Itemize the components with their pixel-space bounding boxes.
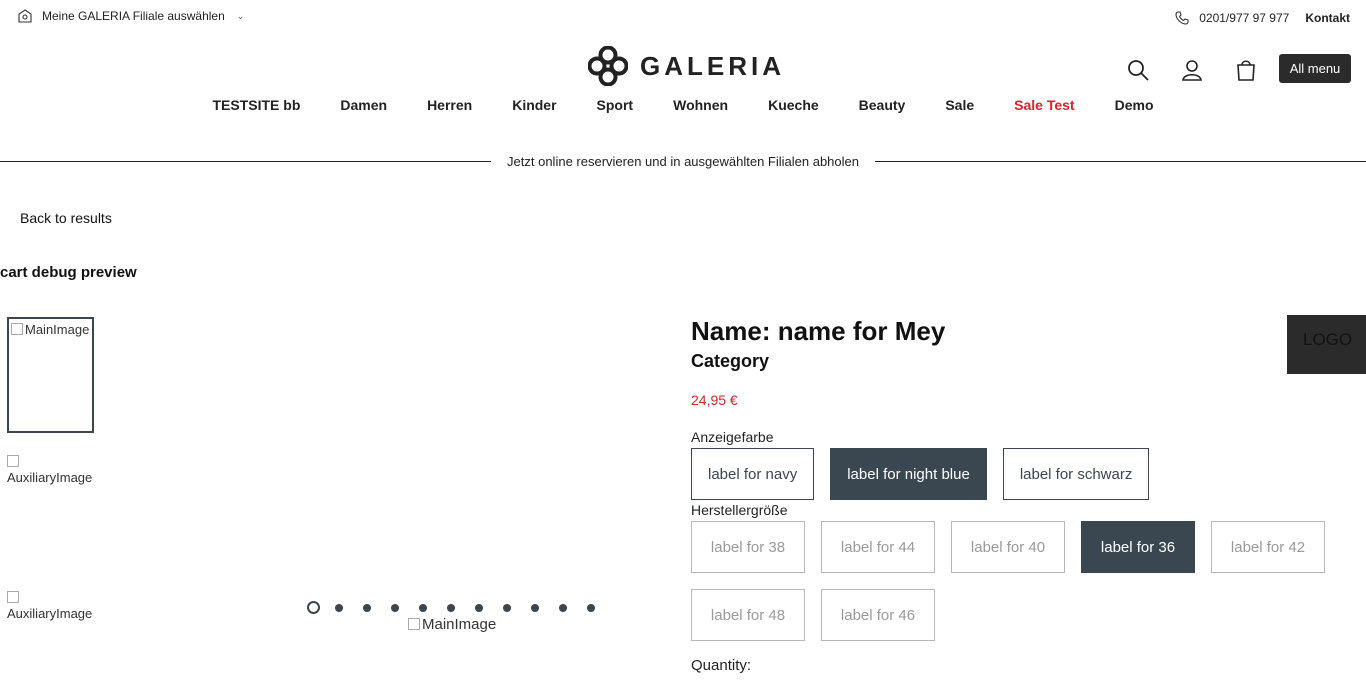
promo-divider-left bbox=[0, 160, 492, 162]
all-menu-button[interactable]: All menu bbox=[1279, 54, 1351, 83]
main-nav: TESTSITE bb Damen Herren Kinder Sport Wo… bbox=[0, 97, 1366, 113]
nav-item-sale[interactable]: Sale bbox=[945, 97, 974, 113]
size-option[interactable]: label for 44 bbox=[821, 521, 935, 573]
promo-banner: Jetzt online reservieren und in ausgewäh… bbox=[0, 152, 1366, 170]
nav-item-sport[interactable]: Sport bbox=[597, 97, 634, 113]
pagination-dot[interactable] bbox=[335, 603, 343, 612]
main-image-alt: MainImage bbox=[422, 616, 497, 633]
shopping-bag-icon[interactable] bbox=[1234, 58, 1258, 82]
promo-text: Jetzt online reservieren und in ausgewäh… bbox=[507, 153, 859, 169]
color-option[interactable]: label for schwarz bbox=[1002, 448, 1150, 500]
main-image: MainImage bbox=[408, 616, 496, 633]
phone-number[interactable]: 0201/977 97 977 bbox=[1199, 11, 1289, 25]
size-option[interactable]: label for 38 bbox=[691, 521, 805, 573]
size-option[interactable]: label for 48 bbox=[691, 589, 805, 641]
top-bar: Meine GALERIA Filiale auswählen ⌄ 0201/9… bbox=[0, 0, 1366, 36]
pagination-dot[interactable] bbox=[587, 603, 595, 612]
nav-item-herren[interactable]: Herren bbox=[427, 97, 472, 113]
nav-item-wohnen[interactable]: Wohnen bbox=[673, 97, 728, 113]
store-location-icon bbox=[18, 9, 32, 23]
color-option[interactable]: label for navy bbox=[691, 448, 815, 500]
pagination-dot[interactable] bbox=[559, 603, 567, 612]
pagination-dot[interactable] bbox=[475, 603, 483, 612]
logo-wordmark: GALERIA bbox=[640, 50, 785, 81]
broken-image-icon bbox=[11, 323, 23, 335]
back-to-results-link[interactable]: Back to results bbox=[20, 210, 112, 226]
broken-image-icon bbox=[408, 618, 420, 630]
thumbnail-aux1-alt: AuxiliaryImage bbox=[7, 470, 93, 485]
nav-item-sale-test[interactable]: Sale Test bbox=[1014, 97, 1074, 113]
nav-item-testsite[interactable]: TESTSITE bb bbox=[212, 97, 300, 113]
thumbnail-aux2-alt: AuxiliaryImage bbox=[7, 606, 93, 621]
gallery-pagination bbox=[307, 601, 615, 614]
color-options: label for navy label for night blue label … bbox=[691, 448, 1165, 500]
pagination-dot[interactable] bbox=[391, 603, 399, 612]
size-option[interactable]: label for 46 bbox=[821, 589, 935, 641]
product-price: 24,95 € bbox=[691, 392, 738, 408]
color-label: Anzeigefarbe bbox=[691, 429, 774, 445]
pagination-dot[interactable] bbox=[447, 603, 455, 612]
nav-item-kueche[interactable]: Kueche bbox=[768, 97, 819, 113]
size-option[interactable]: label for 36 bbox=[1081, 521, 1195, 573]
header-actions bbox=[1126, 58, 1278, 82]
nav-item-beauty[interactable]: Beauty bbox=[859, 97, 906, 113]
galeria-logo[interactable]: GALERIA bbox=[588, 45, 785, 87]
broken-image-icon bbox=[7, 455, 19, 467]
store-selector-label: Meine GALERIA Filiale auswählen bbox=[42, 9, 225, 23]
brand-logo: LOGO bbox=[1287, 315, 1366, 374]
pagination-dot[interactable] bbox=[307, 601, 320, 614]
color-option[interactable]: label for night blue bbox=[830, 448, 987, 500]
thumbnail-auxiliary-2[interactable]: AuxiliaryImage bbox=[7, 590, 102, 622]
nav-item-kinder[interactable]: Kinder bbox=[512, 97, 556, 113]
contact-area: 0201/977 97 977 Kontakt bbox=[1175, 11, 1350, 25]
broken-image-icon bbox=[7, 591, 19, 603]
product-category: Category bbox=[691, 351, 770, 371]
nav-item-demo[interactable]: Demo bbox=[1115, 97, 1154, 113]
phone-icon bbox=[1175, 11, 1189, 25]
thumbnail-main[interactable]: MainImage bbox=[7, 317, 94, 433]
pagination-dot[interactable] bbox=[363, 603, 371, 612]
pagination-dot[interactable] bbox=[419, 603, 427, 612]
size-options: label for 38 label for 44 label for 40 labe… bbox=[691, 521, 1366, 657]
galeria-logo-mark-icon bbox=[588, 46, 628, 86]
size-label: Herstellergröße bbox=[691, 502, 788, 518]
product-name: Name: name for Mey bbox=[691, 316, 946, 346]
quantity-label: Quantity: bbox=[691, 657, 752, 674]
promo-divider-right bbox=[874, 160, 1366, 162]
size-option[interactable]: label for 42 bbox=[1211, 521, 1325, 573]
pagination-dot[interactable] bbox=[531, 603, 539, 612]
size-option[interactable]: label for 40 bbox=[951, 521, 1065, 573]
page-title: cart debug preview bbox=[0, 264, 137, 281]
contact-link[interactable]: Kontakt bbox=[1305, 11, 1350, 25]
store-selector[interactable]: Meine GALERIA Filiale auswählen ⌄ bbox=[18, 9, 244, 23]
chevron-down-icon: ⌄ bbox=[236, 10, 245, 21]
thumbnail-main-alt: MainImage bbox=[25, 322, 90, 337]
thumbnail-auxiliary-1[interactable]: AuxiliaryImage bbox=[7, 454, 102, 486]
nav-item-damen[interactable]: Damen bbox=[340, 97, 387, 113]
search-icon[interactable] bbox=[1126, 58, 1150, 82]
pagination-dot[interactable] bbox=[503, 603, 511, 612]
account-icon[interactable] bbox=[1180, 58, 1204, 82]
